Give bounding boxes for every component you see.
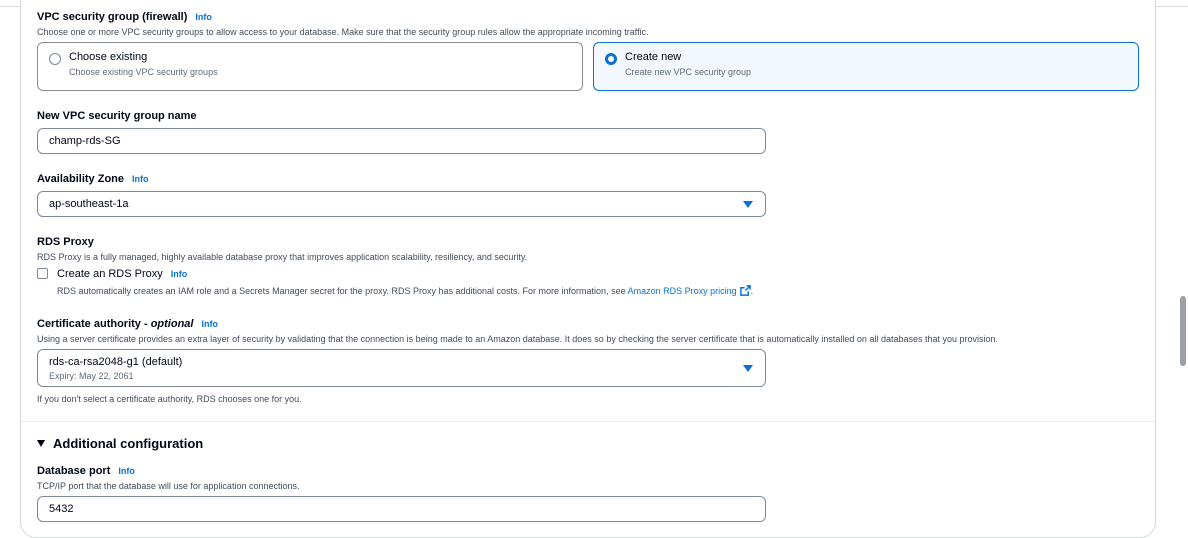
rds-proxy-pricing-link[interactable]: Amazon RDS Proxy pricing: [628, 286, 737, 296]
choose-existing-option[interactable]: Choose existing Choose existing VPC secu…: [37, 42, 583, 91]
chevron-down-icon: [743, 201, 753, 208]
availability-zone-info-link[interactable]: Info: [132, 174, 149, 184]
certificate-expiry: Expiry: May 22, 2061: [49, 371, 134, 381]
external-link-icon[interactable]: [739, 285, 751, 296]
new-sg-name-input[interactable]: champ-rds-SG: [37, 128, 766, 154]
database-port-label: Database port Info: [37, 465, 135, 477]
database-port-value: 5432: [49, 503, 74, 515]
rds-proxy-note-text: RDS automatically creates an IAM role an…: [57, 286, 626, 296]
certificate-authority-label-text: Certificate authority -: [37, 318, 151, 330]
rds-proxy-label: RDS Proxy: [37, 236, 94, 248]
radio-icon[interactable]: [605, 53, 617, 65]
radio-icon[interactable]: [49, 53, 61, 65]
create-new-option[interactable]: Create new Create new VPC security group: [593, 42, 1139, 91]
certificate-authority-hint: If you don't select a certificate author…: [37, 394, 302, 404]
caret-down-icon: [37, 440, 45, 447]
certificate-authority-value: rds-ca-rsa2048-g1 (default): [49, 356, 183, 368]
certificate-authority-optional: optional: [150, 318, 194, 330]
create-rds-proxy-text: Create an RDS Proxy: [57, 268, 163, 280]
chevron-down-icon: [743, 365, 753, 372]
availability-zone-label: Availability Zone Info: [37, 173, 149, 185]
availability-zone-label-text: Availability Zone: [37, 173, 125, 185]
section-divider: [21, 421, 1155, 422]
rds-proxy-info-link[interactable]: Info: [171, 269, 188, 279]
database-port-input[interactable]: 5432: [37, 496, 766, 522]
create-rds-proxy-checkbox-label[interactable]: Create an RDS Proxy Info: [57, 268, 187, 280]
new-sg-name-label: New VPC security group name: [37, 110, 197, 122]
checkbox-icon[interactable]: [37, 268, 48, 279]
additional-configuration-toggle[interactable]: Additional configuration: [37, 436, 203, 451]
rds-proxy-description: RDS Proxy is a fully managed, highly ava…: [37, 252, 528, 262]
certificate-authority-label: Certificate authority - optional Info: [37, 318, 218, 330]
page-scrollbar[interactable]: [1180, 296, 1186, 366]
choose-existing-subtitle: Choose existing VPC security groups: [69, 67, 218, 77]
rds-proxy-note: RDS automatically creates an IAM role an…: [57, 285, 753, 296]
database-port-info-link[interactable]: Info: [118, 466, 135, 476]
availability-zone-value: ap-southeast-1a: [49, 198, 129, 210]
create-new-subtitle: Create new VPC security group: [625, 67, 752, 77]
vpc-sg-label: VPC security group (firewall) Info: [37, 11, 212, 23]
rds-proxy-note-end: .: [750, 286, 754, 296]
database-port-description: TCP/IP port that the database will use f…: [37, 481, 300, 491]
database-port-label-text: Database port: [37, 465, 111, 477]
certificate-authority-description: Using a server certificate provides an e…: [37, 334, 999, 344]
vpc-sg-label-text: VPC security group (firewall): [37, 11, 188, 23]
new-sg-name-value: champ-rds-SG: [49, 135, 121, 147]
availability-zone-select[interactable]: ap-southeast-1a: [37, 191, 766, 217]
vpc-sg-description: Choose one or more VPC security groups t…: [37, 27, 649, 37]
create-new-title: Create new: [625, 51, 682, 63]
additional-configuration-heading: Additional configuration: [53, 436, 204, 451]
vpc-sg-info-link[interactable]: Info: [195, 12, 212, 22]
choose-existing-title: Choose existing: [69, 51, 148, 63]
certificate-authority-info-link[interactable]: Info: [201, 319, 218, 329]
certificate-authority-select[interactable]: rds-ca-rsa2048-g1 (default) Expiry: May …: [37, 349, 766, 387]
